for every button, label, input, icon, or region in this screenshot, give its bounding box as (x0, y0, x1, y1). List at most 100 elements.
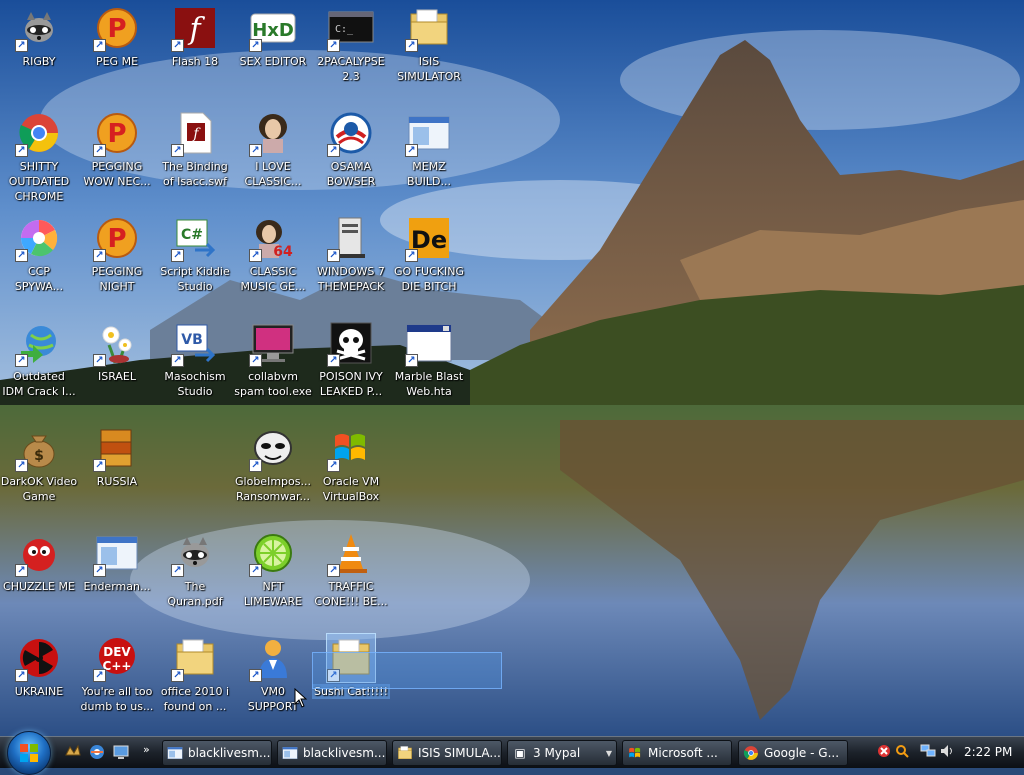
shortcut-arrow-icon: ↗ (15, 39, 28, 52)
taskbar-button[interactable]: blacklivesm... (162, 740, 272, 766)
desktop-icon[interactable]: HxD ↗ SEX EDITOR (234, 0, 312, 104)
desktop-icon-label: Enderman... (83, 580, 151, 593)
winrar-icon: ↗ (93, 424, 141, 472)
monitor-icon: ↗ (249, 319, 297, 367)
shortcut-arrow-icon: ↗ (327, 249, 340, 262)
taskbar-button[interactable]: ISIS SIMULA... (392, 740, 502, 766)
desktop-icon[interactable]: ↗ collabvm spam tool.exe (234, 315, 312, 419)
desktop-icon[interactable]: 64 ↗ CLASSIC MUSIC GE... (234, 210, 312, 314)
desktop-icon-label: Script Kiddie Studio (160, 265, 230, 293)
folder-icon: ↗ (405, 4, 453, 52)
desktop-icon[interactable]: C:_ ↗ 2PACALYPSE 2.3 (312, 0, 390, 104)
desktop-icon[interactable]: ↗ RIGBY (0, 0, 78, 104)
raccoon-icon: ↗ (15, 4, 63, 52)
flower-icon: ↗ (93, 319, 141, 367)
desktop-icon[interactable]: P ↗ PEGGING NIGHT (78, 210, 156, 314)
taskbar-button[interactable]: Google - G... (738, 740, 848, 766)
desktop-icon[interactable]: ↗ POISON IVY LEAKED P... (312, 315, 390, 419)
desktop-icon[interactable]: ↗ GlobeImpos... Ransomwar... (234, 420, 312, 524)
browser-icon[interactable] (86, 741, 108, 763)
desktop-icon-label: NFT LIMEWARE (243, 580, 303, 608)
desktop-icon-label: MEMZ BUILD... (407, 160, 451, 188)
desktop-icon[interactable]: ↗ RUSSIA (78, 420, 156, 524)
volume-icon[interactable] (940, 744, 956, 760)
chuzzle-icon: ↗ (15, 529, 63, 577)
desktop-icon[interactable]: P ↗ PEG ME (78, 0, 156, 104)
group-dropdown-arrow-icon[interactable]: ▼ (606, 749, 612, 758)
desktop-icon[interactable]: ↗ Marble Blast Web.hta (390, 315, 468, 419)
desktop-icon-label: CHUZZLE ME (3, 580, 75, 593)
console-icon: C:_ ↗ (327, 4, 375, 52)
desktop-icon[interactable]: C# ↗ Script Kiddie Studio (156, 210, 234, 314)
desktop-icon[interactable]: ↗ SHITTY OUTDATED CHROME (0, 105, 78, 209)
desktop-icon[interactable]: ↗ office 2010 i found on ... (156, 630, 234, 734)
desktop-icon[interactable]: ↗ OSAMA BOWSER (312, 105, 390, 209)
desktop-icon[interactable]: ↗ CHUZZLE ME (0, 525, 78, 629)
raccoon-icon: ↗ (171, 529, 219, 577)
desktop-icon[interactable]: ↗ TRAFFIC CONE!!! BE... (312, 525, 390, 629)
shortcut-arrow-icon: ↗ (171, 669, 184, 682)
desktop[interactable]: ↗ RIGBY P ↗ PEG ME f ↗ Flash 18 HxD ↗ SEX EDITOR C:… (0, 0, 1024, 736)
search-orange-icon[interactable] (894, 744, 910, 760)
skull-icon: ↗ (327, 319, 375, 367)
desktop-icon-label: You're all too dumb to us... (80, 685, 154, 713)
shortcut-arrow-icon: ↗ (405, 144, 418, 157)
desktop-icon[interactable]: ↗ CCP SPYWA... (0, 210, 78, 314)
svg-text:DEV: DEV (103, 645, 131, 659)
desktop-icon[interactable]: VB ↗ Masochism Studio (156, 315, 234, 419)
desktop-icon[interactable]: ↗ NFT LIMEWARE (234, 525, 312, 629)
p-ball-icon: P ↗ (93, 109, 141, 157)
shortcut-arrow-icon: ↗ (249, 459, 262, 472)
shortcut-arrow-icon: ↗ (15, 669, 28, 682)
desktop-icon[interactable]: De ↗ GO FUCKING DIE BITCH (390, 210, 468, 314)
window-icon: ↗ (405, 109, 453, 157)
desktop-icon[interactable]: ↗ ISRAEL (78, 315, 156, 419)
close-red-icon[interactable] (876, 744, 892, 760)
shortcut-arrow-icon: ↗ (171, 354, 184, 367)
desktop-icon[interactable]: ↗ I LOVE CLASSIC... (234, 105, 312, 209)
winamp-icon[interactable] (62, 741, 84, 763)
vlc-cone-icon: ↗ (327, 529, 375, 577)
shortcut-arrow-icon: ↗ (93, 354, 106, 367)
mouse-cursor-icon (294, 688, 308, 708)
show-desktop-icon[interactable] (110, 741, 132, 763)
window-icon (282, 745, 298, 761)
desktop-icon-label: CCP SPYWA... (14, 265, 64, 293)
shortcut-arrow-icon: ↗ (249, 669, 262, 682)
start-button[interactable] (7, 731, 51, 775)
taskbar-button[interactable]: Microsoft ... (622, 740, 732, 766)
desktop-icon[interactable]: ↗ Oracle VM VirtualBox (312, 420, 390, 524)
desktop-icon-label: OSAMA BOWSER (326, 160, 376, 188)
desktop-icon[interactable]: ↗ ISIS SIMULATOR (390, 0, 468, 104)
desktop-icon[interactable]: ↗ VM0 SUPPORT (234, 630, 312, 734)
clock[interactable]: 2:22 PM (964, 745, 1012, 759)
taskbar-button-label: ISIS SIMULA... (418, 746, 501, 760)
svg-text:P: P (107, 119, 126, 149)
shortcut-arrow-icon: ↗ (249, 144, 262, 157)
quick-launch-more-chevron[interactable]: » (143, 743, 150, 756)
desktop-icon-label: Masochism Studio (164, 370, 226, 398)
desktop-icon[interactable]: DEV C++ ↗ You're all too dumb to us... (78, 630, 156, 734)
desktop-icon[interactable]: f ↗ The Binding of Isacc.swf (156, 105, 234, 209)
desktop-icon[interactable]: ↗ UKRAINE (0, 630, 78, 734)
desktop-icon[interactable]: f ↗ Flash 18 (156, 0, 234, 104)
desktop-icon-label: ISRAEL (97, 370, 137, 383)
shortcut-arrow-icon: ↗ (327, 564, 340, 577)
desktop-icon[interactable]: $ ↗ DarkOK Video Game (0, 420, 78, 524)
desktop-icon[interactable]: P ↗ PEGGING WOW NEC... (78, 105, 156, 209)
desktop-icon[interactable]: ↗ Outdated IDM Crack I... (0, 315, 78, 419)
desktop-icon[interactable]: ↗ Enderman... (78, 525, 156, 629)
desktop-icon-label: Oracle VM VirtualBox (322, 475, 380, 503)
taskbar-button[interactable]: blacklivesm... (277, 740, 387, 766)
taskbar-button[interactable]: ▣ 3 Mypal ▼ (507, 740, 617, 766)
shortcut-arrow-icon: ↗ (15, 249, 28, 262)
desktop-icon[interactable]: ↗ WINDOWS 7 THEMEPACK (312, 210, 390, 314)
desktop-icon[interactable]: ↗ The Quran.pdf (156, 525, 234, 629)
flash-icon: f ↗ (171, 4, 219, 52)
network-icon[interactable] (920, 744, 936, 760)
desktop-icon-label: TRAFFIC CONE!!! BE... (314, 580, 388, 608)
shortcut-arrow-icon: ↗ (327, 459, 340, 472)
desktop-icon[interactable]: ↗ MEMZ BUILD... (390, 105, 468, 209)
desktop-icon-label: Flash 18 (171, 55, 219, 68)
shortcut-arrow-icon: ↗ (171, 249, 184, 262)
